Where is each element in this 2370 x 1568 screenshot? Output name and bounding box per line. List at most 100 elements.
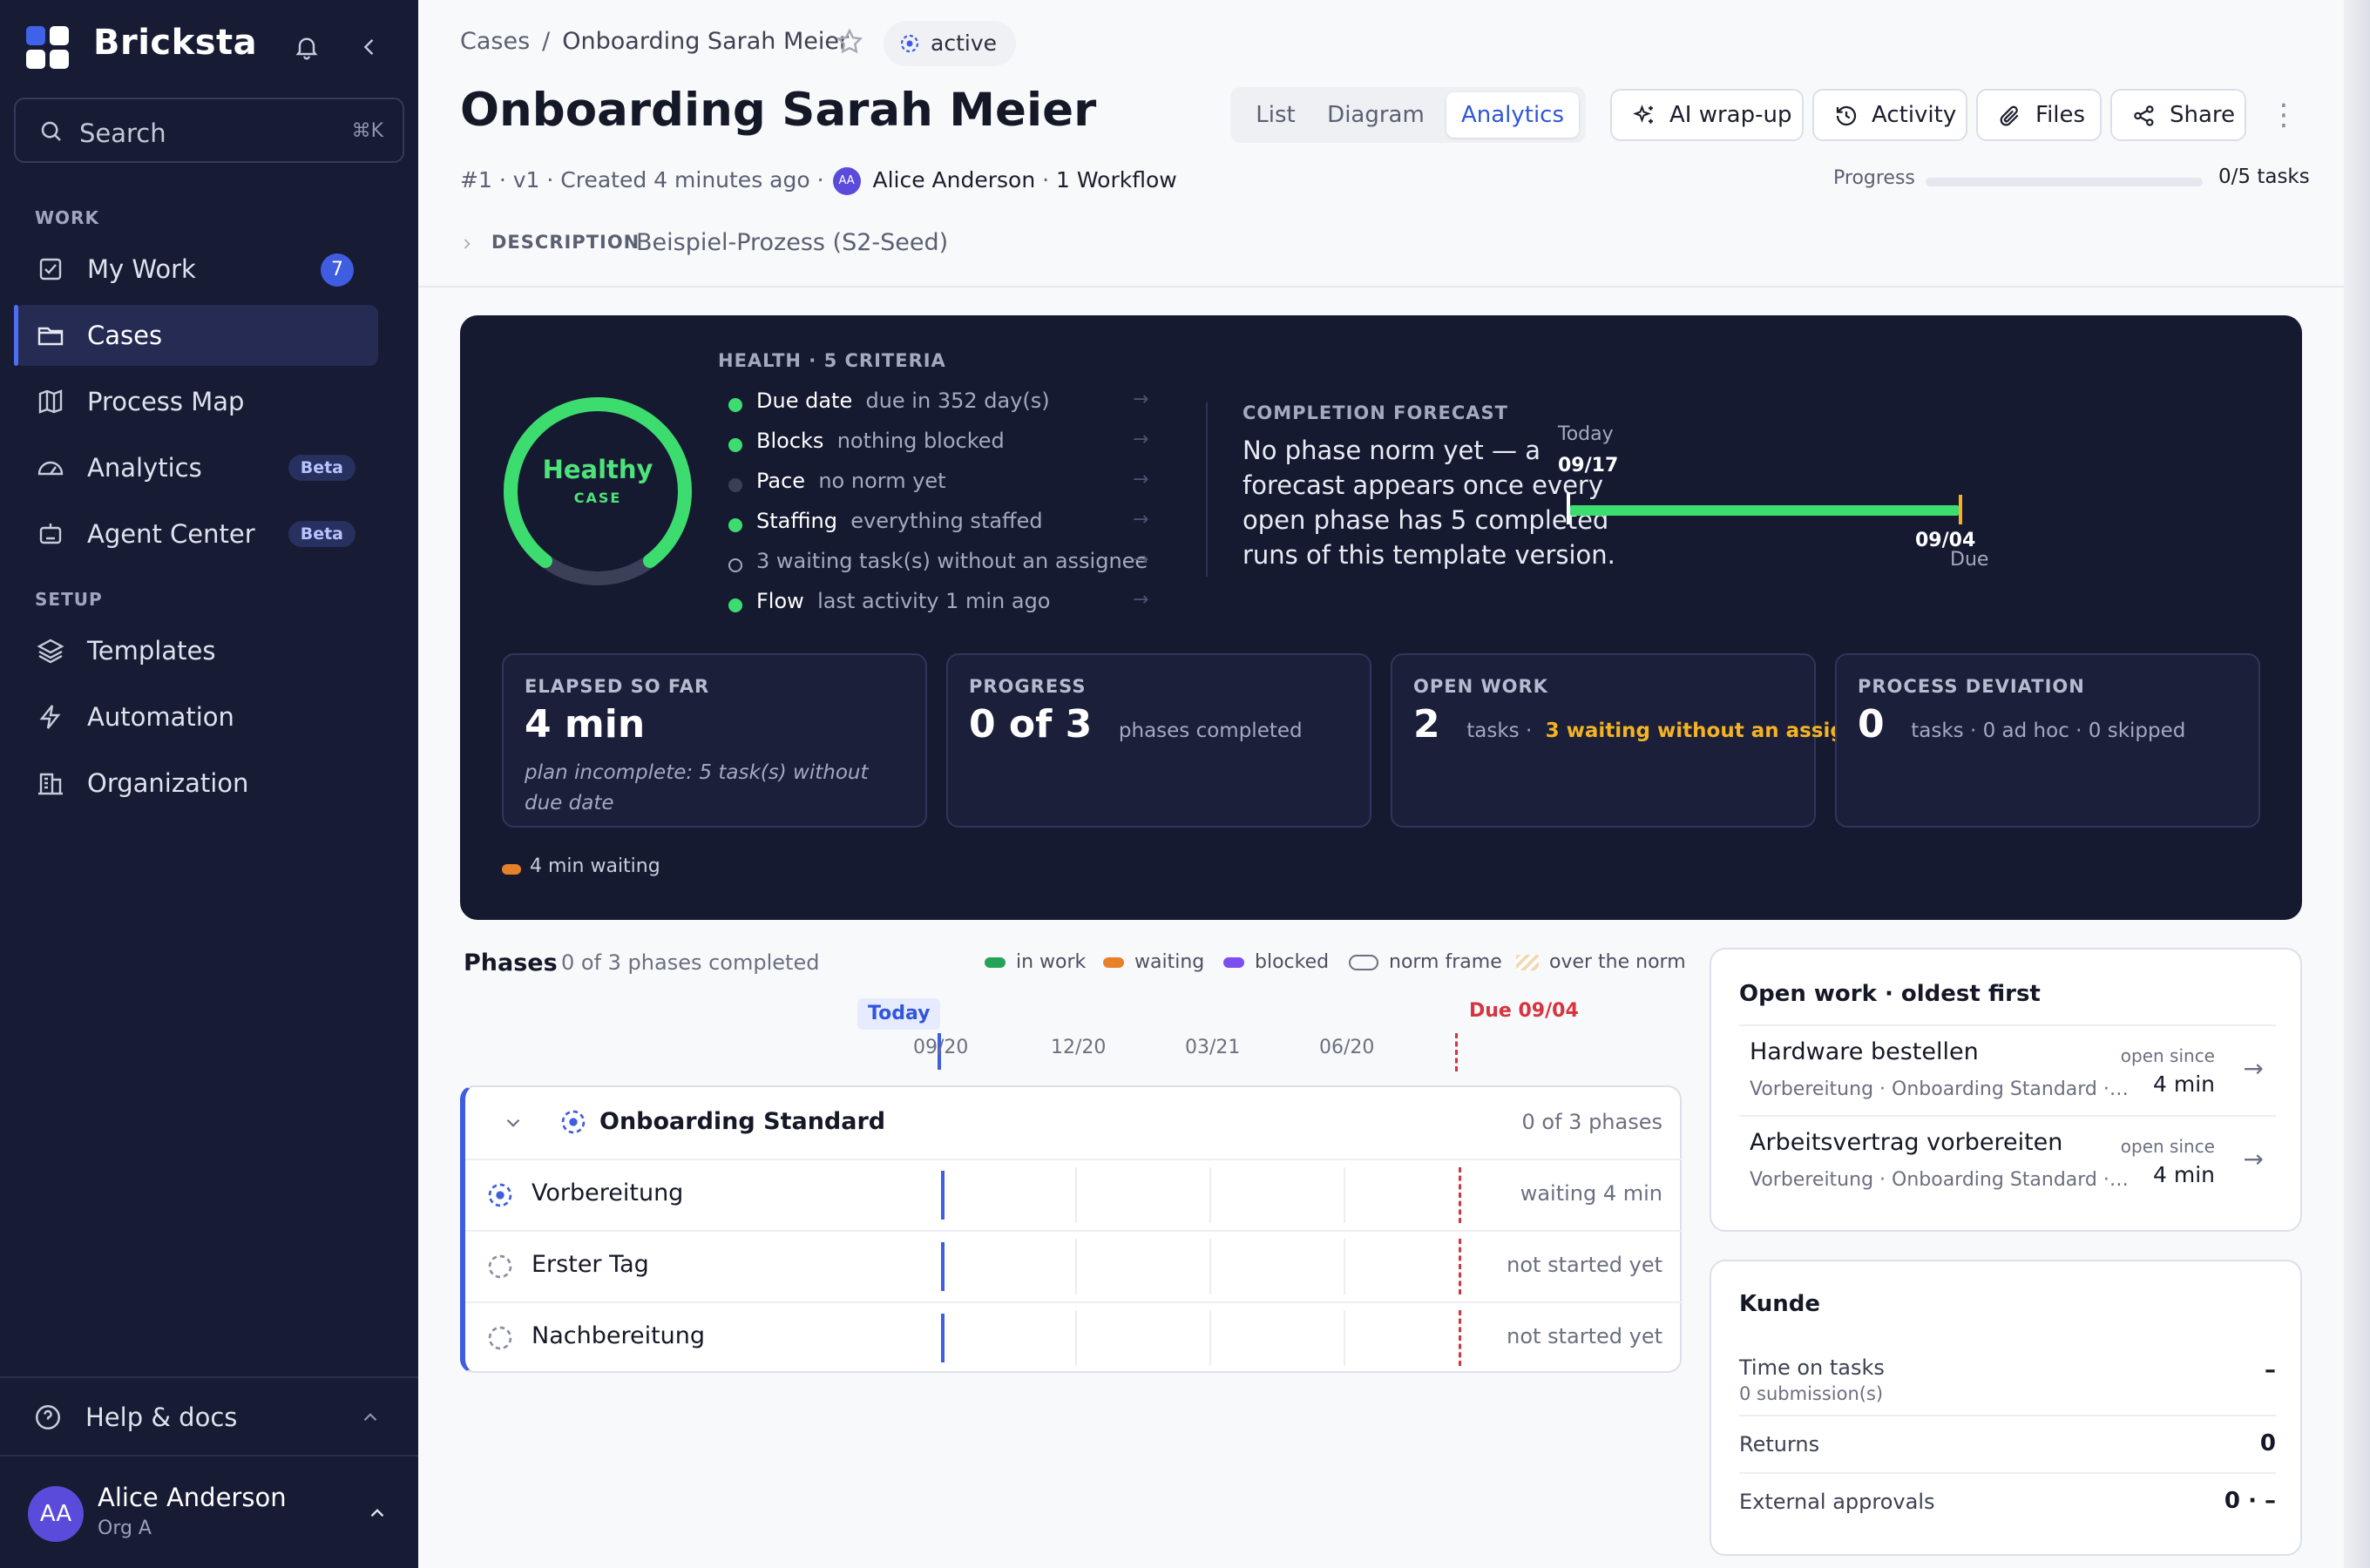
kunde-row-value: 0 — [2259, 1430, 2276, 1456]
health-status: Healthy — [542, 455, 653, 484]
scrollbar-track[interactable] — [2344, 0, 2370, 1568]
tab-diagram[interactable]: Diagram — [1317, 92, 1434, 138]
in-progress-icon — [900, 34, 919, 53]
criterion-staffing[interactable]: Staffing everything staffed → — [728, 509, 1148, 538]
criterion-label: Due date — [756, 389, 853, 413]
map-icon — [38, 389, 63, 414]
kpi-open-work: OPEN WORK 2 tasks · 3 waiting without an… — [1391, 653, 1886, 828]
sidebar-item-cases[interactable]: Cases — [14, 305, 378, 366]
criterion-pace[interactable]: Pace no norm yet → — [728, 469, 1148, 498]
tab-list[interactable]: List — [1237, 92, 1314, 138]
workflow-header[interactable]: Onboarding Standard 0 of 3 phases — [465, 1087, 1682, 1159]
phase-status: waiting 4 min — [1520, 1181, 1662, 1206]
workflow-card: Onboarding Standard 0 of 3 phases Vorber… — [460, 1085, 1682, 1373]
arrow-right-icon: → — [2243, 1145, 2264, 1173]
due-line — [1455, 1033, 1458, 1071]
phases-title: Phases — [464, 950, 558, 977]
sidebar-item-label: Agent Center — [87, 519, 255, 549]
breadcrumb-cases-link[interactable]: Cases — [460, 28, 530, 55]
kpi-value: 2 — [1413, 702, 1440, 747]
user-org: Org A — [98, 1517, 152, 1539]
status-text: active — [931, 30, 997, 56]
sidebar-item-my-work[interactable]: My Work 7 — [14, 239, 378, 300]
share-icon — [2134, 105, 2154, 126]
arrow-right-icon: → — [1133, 549, 1149, 571]
ai-wrapup-button[interactable]: AI wrap-up — [1610, 89, 1804, 141]
waiting-swatch — [502, 864, 521, 875]
robot-icon — [39, 524, 62, 544]
activity-label: Activity — [1872, 102, 1957, 128]
legend-in-work: in work — [985, 951, 1086, 973]
sidebar-item-analytics[interactable]: Analytics Beta — [14, 437, 378, 498]
brand-logo[interactable] — [26, 26, 70, 70]
history-icon — [1836, 105, 1857, 126]
legend-over-norm: over the norm — [1516, 951, 1686, 973]
criterion-flow[interactable]: Flow last activity 1 min ago → — [728, 589, 1148, 618]
case-workflow-count[interactable]: 1 Workflow — [1056, 167, 1177, 193]
arrow-right-icon: → — [1133, 429, 1149, 450]
phase-row[interactable]: Erster Tag not started yet — [465, 1230, 1682, 1301]
criterion-detail: 3 waiting task(s) without an assignee — [756, 549, 1148, 573]
forecast-today-label: Today — [1558, 423, 1614, 445]
kunde-returns: Returns 0 — [1739, 1415, 2276, 1472]
axis-tick: 12/20 — [1051, 1037, 1107, 1058]
forecast-text-line: open phase has 5 completed — [1243, 505, 1609, 535]
status-dot — [728, 598, 742, 612]
share-label: Share — [2170, 102, 2236, 128]
beta-badge: Beta — [288, 455, 356, 481]
files-button[interactable]: Files — [1976, 89, 2102, 141]
workflow-name: Onboarding Standard — [599, 1108, 886, 1135]
open-since-value: 4 min — [2153, 1071, 2215, 1097]
checkbox-icon — [39, 258, 62, 280]
open-work-item[interactable]: Arbeitsvertrag vorbereiten Vorbereitung … — [1739, 1115, 2276, 1206]
search-icon — [41, 121, 61, 141]
kunde-row-value: – — [2265, 1357, 2276, 1383]
phase-row[interactable]: Nachbereitung not started yet — [465, 1301, 1682, 1373]
axis-tick: 03/21 — [1185, 1037, 1241, 1058]
section-setup-label: SETUP — [35, 589, 103, 610]
workflow-status: 0 of 3 phases — [1521, 1110, 1662, 1134]
criterion-blocks[interactable]: Blocks nothing blocked → — [728, 429, 1148, 458]
star-icon[interactable] — [834, 26, 865, 57]
search-input[interactable]: Search ⌘K — [14, 98, 404, 163]
criterion-detail: last activity 1 min ago — [817, 589, 1051, 613]
phase-row[interactable]: Vorbereitung waiting 4 min — [465, 1159, 1682, 1230]
bell-icon[interactable] — [289, 30, 324, 64]
chevron-right-icon[interactable] — [458, 235, 476, 253]
my-work-count-badge: 7 — [321, 253, 354, 287]
case-created: Created 4 minutes ago — [560, 167, 810, 193]
sidebar-item-label: Analytics — [87, 453, 202, 483]
criterion-label: Blocks — [756, 429, 824, 453]
criterion-unassigned[interactable]: 3 waiting task(s) without an assignee → — [728, 549, 1148, 578]
kpi-note: plan incomplete: 5 task(s) without due d… — [525, 761, 869, 814]
sidebar-item-process-map[interactable]: Process Map — [14, 371, 378, 432]
sidebar-item-label: Cases — [87, 321, 163, 350]
sidebar-item-agent-center[interactable]: Agent Center Beta — [14, 504, 378, 564]
open-work-item[interactable]: Hardware bestellen Vorbereitung · Onboar… — [1739, 1024, 2276, 1115]
tab-analytics[interactable]: Analytics — [1446, 92, 1579, 138]
sidebar-item-templates[interactable]: Templates — [14, 620, 378, 681]
breadcrumb-current: Onboarding Sarah Meier — [562, 28, 850, 55]
progress-label: Progress — [1833, 167, 1915, 189]
criterion-detail: due in 352 day(s) — [865, 389, 1050, 413]
help-docs-row[interactable]: Help & docs — [0, 1376, 418, 1455]
sidebar-item-organization[interactable]: Organization — [14, 753, 378, 814]
legend-norm-frame: norm frame — [1349, 951, 1502, 973]
phase-timeline-axis: Today Due 09/04 09/20 12/20 03/21 06/20 — [460, 993, 1680, 1080]
case-owner[interactable]: Alice Anderson — [872, 167, 1035, 193]
sidebar-item-automation[interactable]: Automation — [14, 686, 378, 747]
forecast-timeline: Today 09/17 09/04 — [1558, 423, 2063, 554]
share-button[interactable]: Share — [2110, 89, 2246, 141]
kpi-suffix: tasks · — [1466, 720, 1533, 742]
activity-button[interactable]: Activity — [1812, 89, 1967, 141]
forecast-today-date: 09/17 — [1558, 455, 1619, 476]
collapse-sidebar-icon[interactable] — [352, 30, 387, 64]
more-actions-icon[interactable]: ⋮ — [2269, 98, 2299, 132]
phase-timeline-lane — [941, 1303, 1461, 1373]
criterion-detail: nothing blocked — [836, 429, 1005, 453]
health-panel: Healthy CASE HEALTH · 5 CRITERIA Due dat… — [460, 315, 2302, 920]
user-menu[interactable]: AA Alice Anderson Org A — [0, 1455, 418, 1568]
kunde-card: Kunde Time on tasks 0 submission(s) – Re… — [1710, 1260, 2302, 1556]
phase-name: Erster Tag — [532, 1251, 649, 1278]
criterion-due-date[interactable]: Due date due in 352 day(s) → — [728, 389, 1148, 418]
